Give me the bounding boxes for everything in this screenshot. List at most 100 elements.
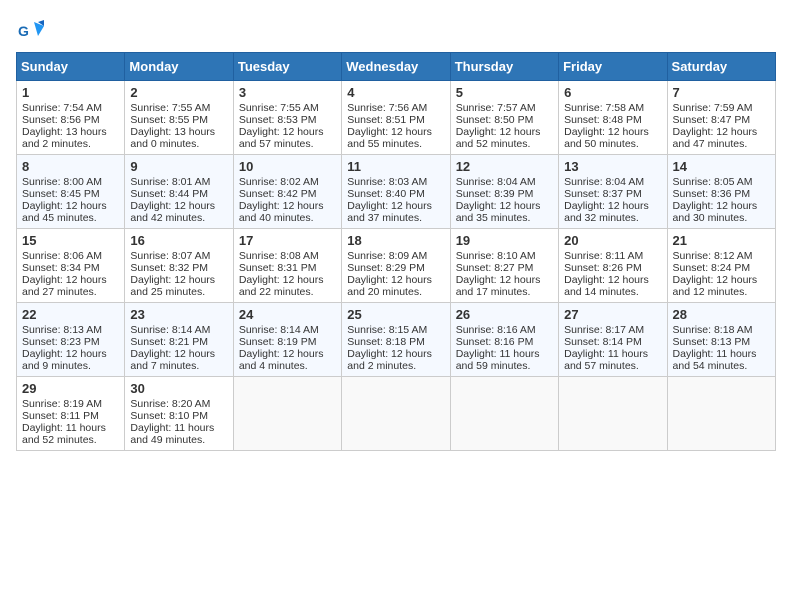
sunset-text: Sunset: 8:37 PM bbox=[564, 188, 661, 200]
daylight-text: Daylight: 12 hours and 40 minutes. bbox=[239, 200, 336, 224]
daylight-text: Daylight: 12 hours and 35 minutes. bbox=[456, 200, 553, 224]
daylight-text: Daylight: 12 hours and 37 minutes. bbox=[347, 200, 444, 224]
day-number: 7 bbox=[673, 85, 770, 100]
daylight-text: Daylight: 12 hours and 42 minutes. bbox=[130, 200, 227, 224]
calendar-cell: 23Sunrise: 8:14 AMSunset: 8:21 PMDayligh… bbox=[125, 303, 233, 377]
day-number: 15 bbox=[22, 233, 119, 248]
sunset-text: Sunset: 8:34 PM bbox=[22, 262, 119, 274]
calendar-week-1: 1Sunrise: 7:54 AMSunset: 8:56 PMDaylight… bbox=[17, 81, 776, 155]
sunrise-text: Sunrise: 8:12 AM bbox=[673, 250, 770, 262]
sunset-text: Sunset: 8:11 PM bbox=[22, 410, 119, 422]
sunrise-text: Sunrise: 8:17 AM bbox=[564, 324, 661, 336]
calendar-cell: 14Sunrise: 8:05 AMSunset: 8:36 PMDayligh… bbox=[667, 155, 775, 229]
sunrise-text: Sunrise: 7:56 AM bbox=[347, 102, 444, 114]
weekday-header-saturday: Saturday bbox=[667, 53, 775, 81]
calendar-cell: 6Sunrise: 7:58 AMSunset: 8:48 PMDaylight… bbox=[559, 81, 667, 155]
sunset-text: Sunset: 8:23 PM bbox=[22, 336, 119, 348]
daylight-text: Daylight: 11 hours and 59 minutes. bbox=[456, 348, 553, 372]
sunrise-text: Sunrise: 8:04 AM bbox=[564, 176, 661, 188]
sunrise-text: Sunrise: 8:08 AM bbox=[239, 250, 336, 262]
day-number: 1 bbox=[22, 85, 119, 100]
calendar-cell bbox=[667, 377, 775, 451]
sunrise-text: Sunrise: 8:06 AM bbox=[22, 250, 119, 262]
sunrise-text: Sunrise: 7:55 AM bbox=[130, 102, 227, 114]
sunrise-text: Sunrise: 7:55 AM bbox=[239, 102, 336, 114]
calendar-cell: 3Sunrise: 7:55 AMSunset: 8:53 PMDaylight… bbox=[233, 81, 341, 155]
calendar-cell: 7 Sunrise: 7:59 AMSunset: 8:47 PMDaylight… bbox=[667, 81, 775, 155]
sunset-text: Sunset: 8:47 PM bbox=[673, 114, 770, 126]
day-number: 21 bbox=[673, 233, 770, 248]
day-number: 27 bbox=[564, 307, 661, 322]
calendar-cell: 29Sunrise: 8:19 AMSunset: 8:11 PMDayligh… bbox=[17, 377, 125, 451]
daylight-text: Daylight: 12 hours and 32 minutes. bbox=[564, 200, 661, 224]
sunset-text: Sunset: 8:36 PM bbox=[673, 188, 770, 200]
calendar-header-row: SundayMondayTuesdayWednesdayThursdayFrid… bbox=[17, 53, 776, 81]
calendar-cell: 27Sunrise: 8:17 AMSunset: 8:14 PMDayligh… bbox=[559, 303, 667, 377]
sunset-text: Sunset: 8:31 PM bbox=[239, 262, 336, 274]
day-number: 12 bbox=[456, 159, 553, 174]
daylight-text: Daylight: 12 hours and 17 minutes. bbox=[456, 274, 553, 298]
calendar-cell: 24Sunrise: 8:14 AMSunset: 8:19 PMDayligh… bbox=[233, 303, 341, 377]
page-header: G bbox=[16, 16, 776, 44]
day-number: 22 bbox=[22, 307, 119, 322]
sunset-text: Sunset: 8:39 PM bbox=[456, 188, 553, 200]
logo: G bbox=[16, 16, 48, 44]
calendar-cell: 8Sunrise: 8:00 AMSunset: 8:45 PMDaylight… bbox=[17, 155, 125, 229]
sunrise-text: Sunrise: 8:14 AM bbox=[239, 324, 336, 336]
sunrise-text: Sunrise: 8:18 AM bbox=[673, 324, 770, 336]
sunrise-text: Sunrise: 8:14 AM bbox=[130, 324, 227, 336]
sunset-text: Sunset: 8:19 PM bbox=[239, 336, 336, 348]
sunset-text: Sunset: 8:40 PM bbox=[347, 188, 444, 200]
daylight-text: Daylight: 12 hours and 25 minutes. bbox=[130, 274, 227, 298]
weekday-header-thursday: Thursday bbox=[450, 53, 558, 81]
daylight-text: Daylight: 12 hours and 12 minutes. bbox=[673, 274, 770, 298]
daylight-text: Daylight: 12 hours and 14 minutes. bbox=[564, 274, 661, 298]
sunrise-text: Sunrise: 7:59 AM bbox=[673, 102, 770, 114]
daylight-text: Daylight: 12 hours and 30 minutes. bbox=[673, 200, 770, 224]
daylight-text: Daylight: 11 hours and 54 minutes. bbox=[673, 348, 770, 372]
calendar-cell: 1Sunrise: 7:54 AMSunset: 8:56 PMDaylight… bbox=[17, 81, 125, 155]
sunset-text: Sunset: 8:10 PM bbox=[130, 410, 227, 422]
day-number: 25 bbox=[347, 307, 444, 322]
calendar-body: 1Sunrise: 7:54 AMSunset: 8:56 PMDaylight… bbox=[17, 81, 776, 451]
daylight-text: Daylight: 12 hours and 47 minutes. bbox=[673, 126, 770, 150]
daylight-text: Daylight: 12 hours and 4 minutes. bbox=[239, 348, 336, 372]
day-number: 5 bbox=[456, 85, 553, 100]
sunset-text: Sunset: 8:50 PM bbox=[456, 114, 553, 126]
sunset-text: Sunset: 8:24 PM bbox=[673, 262, 770, 274]
logo-icon: G bbox=[16, 16, 44, 44]
sunrise-text: Sunrise: 8:10 AM bbox=[456, 250, 553, 262]
daylight-text: Daylight: 12 hours and 20 minutes. bbox=[347, 274, 444, 298]
calendar-cell: 16Sunrise: 8:07 AMSunset: 8:32 PMDayligh… bbox=[125, 229, 233, 303]
day-number: 19 bbox=[456, 233, 553, 248]
day-number: 9 bbox=[130, 159, 227, 174]
day-number: 16 bbox=[130, 233, 227, 248]
calendar-week-4: 22Sunrise: 8:13 AMSunset: 8:23 PMDayligh… bbox=[17, 303, 776, 377]
calendar-cell: 9Sunrise: 8:01 AMSunset: 8:44 PMDaylight… bbox=[125, 155, 233, 229]
daylight-text: Daylight: 13 hours and 2 minutes. bbox=[22, 126, 119, 150]
sunrise-text: Sunrise: 8:13 AM bbox=[22, 324, 119, 336]
sunset-text: Sunset: 8:32 PM bbox=[130, 262, 227, 274]
sunrise-text: Sunrise: 8:00 AM bbox=[22, 176, 119, 188]
sunrise-text: Sunrise: 8:11 AM bbox=[564, 250, 661, 262]
sunrise-text: Sunrise: 8:03 AM bbox=[347, 176, 444, 188]
calendar-cell bbox=[559, 377, 667, 451]
daylight-text: Daylight: 12 hours and 50 minutes. bbox=[564, 126, 661, 150]
sunset-text: Sunset: 8:14 PM bbox=[564, 336, 661, 348]
sunset-text: Sunset: 8:27 PM bbox=[456, 262, 553, 274]
daylight-text: Daylight: 12 hours and 9 minutes. bbox=[22, 348, 119, 372]
calendar-cell bbox=[342, 377, 450, 451]
daylight-text: Daylight: 13 hours and 0 minutes. bbox=[130, 126, 227, 150]
daylight-text: Daylight: 12 hours and 2 minutes. bbox=[347, 348, 444, 372]
daylight-text: Daylight: 12 hours and 27 minutes. bbox=[22, 274, 119, 298]
weekday-header-monday: Monday bbox=[125, 53, 233, 81]
sunrise-text: Sunrise: 8:15 AM bbox=[347, 324, 444, 336]
calendar-cell: 28Sunrise: 8:18 AMSunset: 8:13 PMDayligh… bbox=[667, 303, 775, 377]
sunset-text: Sunset: 8:21 PM bbox=[130, 336, 227, 348]
calendar-week-3: 15Sunrise: 8:06 AMSunset: 8:34 PMDayligh… bbox=[17, 229, 776, 303]
day-number: 23 bbox=[130, 307, 227, 322]
calendar-cell: 18Sunrise: 8:09 AMSunset: 8:29 PMDayligh… bbox=[342, 229, 450, 303]
day-number: 17 bbox=[239, 233, 336, 248]
weekday-header-tuesday: Tuesday bbox=[233, 53, 341, 81]
calendar-cell: 4Sunrise: 7:56 AMSunset: 8:51 PMDaylight… bbox=[342, 81, 450, 155]
